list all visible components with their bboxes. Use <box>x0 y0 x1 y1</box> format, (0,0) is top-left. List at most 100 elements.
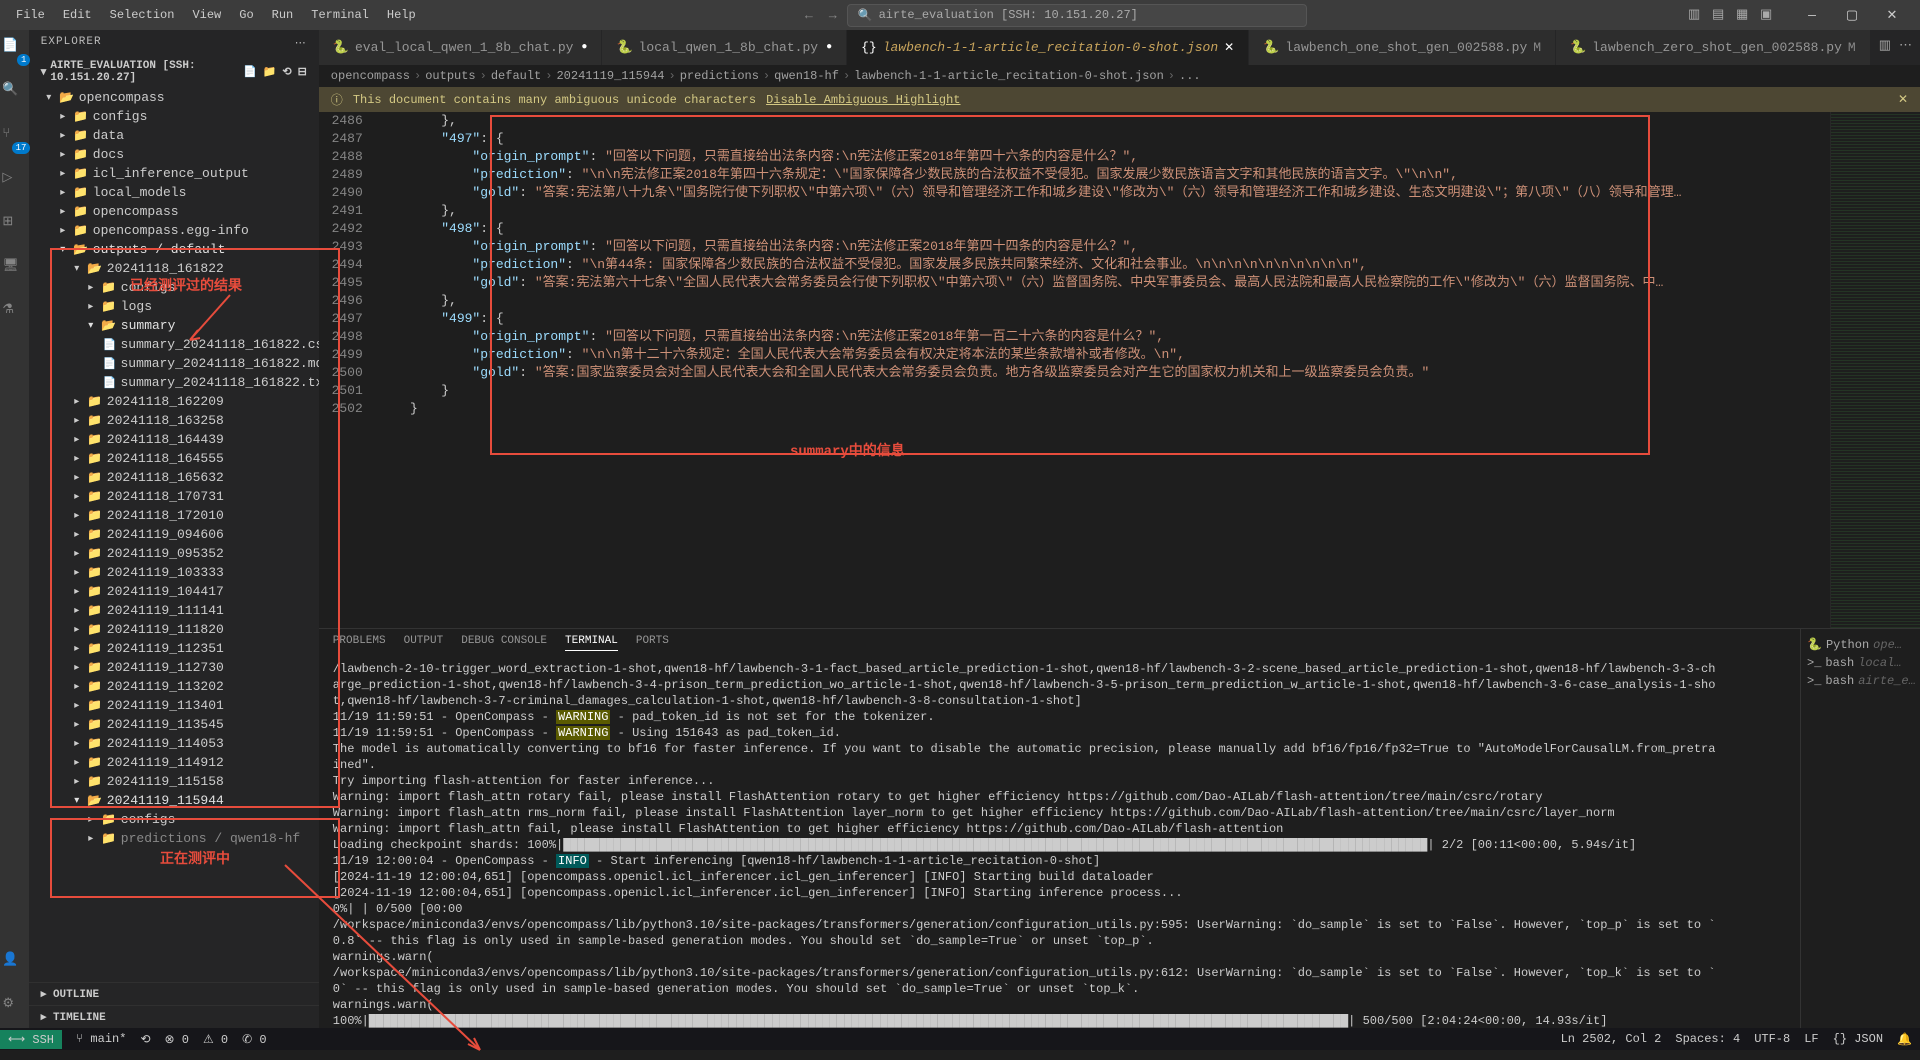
more-icon[interactable]: ⋯ <box>295 36 307 50</box>
tree-item[interactable]: ▸20241119_111141 <box>29 601 319 620</box>
tree-item[interactable]: ▸configs <box>29 810 319 829</box>
tree-item[interactable]: ▸opencompass.egg-info <box>29 221 319 240</box>
tree-item[interactable]: ▸icl_inference_output <box>29 164 319 183</box>
terminal-session[interactable]: >_bashairte_e… <box>1807 672 1914 690</box>
tree-item[interactable]: ▸20241119_103333 <box>29 563 319 582</box>
tree-item[interactable]: ▸20241118_165632 <box>29 468 319 487</box>
tree-item[interactable]: ▾opencompass <box>29 88 319 107</box>
layout-customize-icon[interactable]: ▣ <box>1760 7 1776 23</box>
maximize-button[interactable]: ▢ <box>1832 0 1872 30</box>
editor-tab[interactable]: 🐍eval_local_qwen_1_8b_chat.py <box>319 30 603 65</box>
panel-tab-terminal[interactable]: TERMINAL <box>565 635 618 651</box>
terminal-session[interactable]: 🐍Pythonope… <box>1807 635 1914 654</box>
ports-count[interactable]: ✆ 0 <box>242 1032 266 1047</box>
menu-run[interactable]: Run <box>264 4 302 26</box>
search-icon[interactable]: 🔍 <box>2 82 26 106</box>
editor-tab[interactable]: {}lawbench-1-1-article_recitation-0-shot… <box>847 30 1249 65</box>
tree-item[interactable]: ▸opencompass <box>29 202 319 221</box>
menu-edit[interactable]: Edit <box>55 4 100 26</box>
terminal-output[interactable]: /lawbench-2-10-trigger_word_extraction-1… <box>319 657 1800 1028</box>
eol[interactable]: LF <box>1804 1032 1818 1047</box>
close-button[interactable]: ✕ <box>1872 0 1912 30</box>
tree-item[interactable]: ▾summary <box>29 316 319 335</box>
tree-item[interactable]: ▸20241119_113202 <box>29 677 319 696</box>
indentation[interactable]: Spaces: 4 <box>1675 1032 1740 1047</box>
editor-tab[interactable]: 🐍lawbench_zero_shot_gen_002588.pyM <box>1556 30 1871 65</box>
tree-item[interactable]: summary_20241118_161822.md <box>29 354 319 373</box>
outline-section[interactable]: OUTLINE <box>53 989 99 1001</box>
new-file-icon[interactable]: 📄 <box>243 65 257 79</box>
command-center[interactable]: 🔍 airte_evaluation [SSH: 10.151.20.27] <box>847 4 1307 27</box>
tree-item[interactable]: ▸20241119_112351 <box>29 639 319 658</box>
tree-item[interactable]: ▸20241118_164439 <box>29 430 319 449</box>
terminal-session[interactable]: >_bashlocal… <box>1807 654 1914 672</box>
tree-item[interactable]: ▸20241118_172010 <box>29 506 319 525</box>
menu-go[interactable]: Go <box>231 4 261 26</box>
tree-item[interactable]: ▸20241119_114912 <box>29 753 319 772</box>
tree-item[interactable]: ▸20241119_112730 <box>29 658 319 677</box>
language-mode[interactable]: {} JSON <box>1833 1032 1883 1047</box>
settings-icon[interactable]: ⚙ <box>2 996 26 1020</box>
menu-view[interactable]: View <box>184 4 229 26</box>
tree-item[interactable]: summary_20241118_161822.csv <box>29 335 319 354</box>
tree-item[interactable]: ▸logs <box>29 297 319 316</box>
nav-back-icon[interactable]: ← <box>805 8 813 23</box>
more-actions-icon[interactable]: ⋯ <box>1899 38 1912 57</box>
breadcrumb[interactable]: opencompass›outputs›default›20241119_115… <box>319 65 1920 87</box>
remote-indicator[interactable]: ⟷ SSH <box>0 1030 62 1049</box>
minimap[interactable] <box>1830 112 1920 628</box>
tree-item[interactable]: ▸20241119_114053 <box>29 734 319 753</box>
cursor-position[interactable]: Ln 2502, Col 2 <box>1561 1032 1662 1047</box>
errors-count[interactable]: ⊗ 0 <box>165 1032 189 1047</box>
tree-item[interactable]: ▸local_models <box>29 183 319 202</box>
tree-item[interactable]: ▾20241119_115944 <box>29 791 319 810</box>
layout-panel-icon[interactable]: ▤ <box>1712 7 1728 23</box>
testing-icon[interactable]: ⚗ <box>2 302 26 326</box>
tree-item[interactable]: ▸configs <box>29 278 319 297</box>
tree-item[interactable]: ▸20241119_095352 <box>29 544 319 563</box>
source-control-icon[interactable]: ⑂17 <box>2 126 26 150</box>
tree-item[interactable]: ▸configs <box>29 107 319 126</box>
tree-item[interactable]: ▸docs <box>29 145 319 164</box>
git-branch[interactable]: ⑂ main* <box>76 1032 126 1046</box>
tree-item[interactable]: ▸20241119_111820 <box>29 620 319 639</box>
disable-highlight-link[interactable]: Disable Ambiguous Highlight <box>766 93 960 107</box>
menu-file[interactable]: File <box>8 4 53 26</box>
explorer-icon[interactable]: 📄1 <box>2 38 26 62</box>
collapse-icon[interactable]: ⊟ <box>298 65 307 79</box>
timeline-section[interactable]: TIMELINE <box>53 1012 106 1024</box>
tree-item[interactable]: ▾outputs / default <box>29 240 319 259</box>
accounts-icon[interactable]: 👤 <box>2 952 26 976</box>
editor-tab[interactable]: 🐍lawbench_one_shot_gen_002588.pyM <box>1249 30 1556 65</box>
tree-item[interactable]: ▸20241118_170731 <box>29 487 319 506</box>
minimize-button[interactable]: — <box>1792 0 1832 30</box>
editor-tab[interactable]: 🐍local_qwen_1_8b_chat.py <box>602 30 847 65</box>
extensions-icon[interactable]: ⊞ <box>2 214 26 238</box>
split-editor-icon[interactable]: ▥ <box>1879 38 1891 57</box>
close-warning-icon[interactable]: ✕ <box>1898 92 1908 107</box>
tree-item[interactable]: ▸predictions / qwen18-hf <box>29 829 319 848</box>
editor-content[interactable]: }, "497": { "origin_prompt": "回答以下问题，只需直… <box>379 112 1830 628</box>
layout-sidebar-right-icon[interactable]: ▦ <box>1736 7 1752 23</box>
panel-tab-output[interactable]: OUTPUT <box>404 635 444 651</box>
new-folder-icon[interactable]: 📁 <box>263 65 277 79</box>
notifications-icon[interactable]: 🔔 <box>1897 1032 1912 1047</box>
chevron-down-icon[interactable]: ▾ <box>41 65 47 79</box>
tree-item[interactable]: ▸20241118_164555 <box>29 449 319 468</box>
encoding[interactable]: UTF-8 <box>1754 1032 1790 1047</box>
tree-item[interactable]: ▸20241119_094606 <box>29 525 319 544</box>
menu-terminal[interactable]: Terminal <box>303 4 377 26</box>
remote-explorer-icon[interactable]: 🖥 <box>2 258 26 282</box>
warnings-count[interactable]: ⚠ 0 <box>203 1032 228 1047</box>
sync-icon[interactable]: ⟲ <box>140 1032 150 1047</box>
tree-item[interactable]: ▸20241119_113401 <box>29 696 319 715</box>
refresh-icon[interactable]: ⟲ <box>282 65 291 79</box>
tree-item[interactable]: ▸data <box>29 126 319 145</box>
run-debug-icon[interactable]: ▷ <box>2 170 26 194</box>
tree-item[interactable]: ▸20241118_163258 <box>29 411 319 430</box>
file-tree[interactable]: ▾opencompass▸configs▸data▸docs▸icl_infer… <box>29 88 319 982</box>
menu-help[interactable]: Help <box>379 4 424 26</box>
nav-forward-icon[interactable]: → <box>829 8 837 23</box>
panel-tab-problems[interactable]: PROBLEMS <box>333 635 386 651</box>
tree-item[interactable]: ▸20241119_104417 <box>29 582 319 601</box>
